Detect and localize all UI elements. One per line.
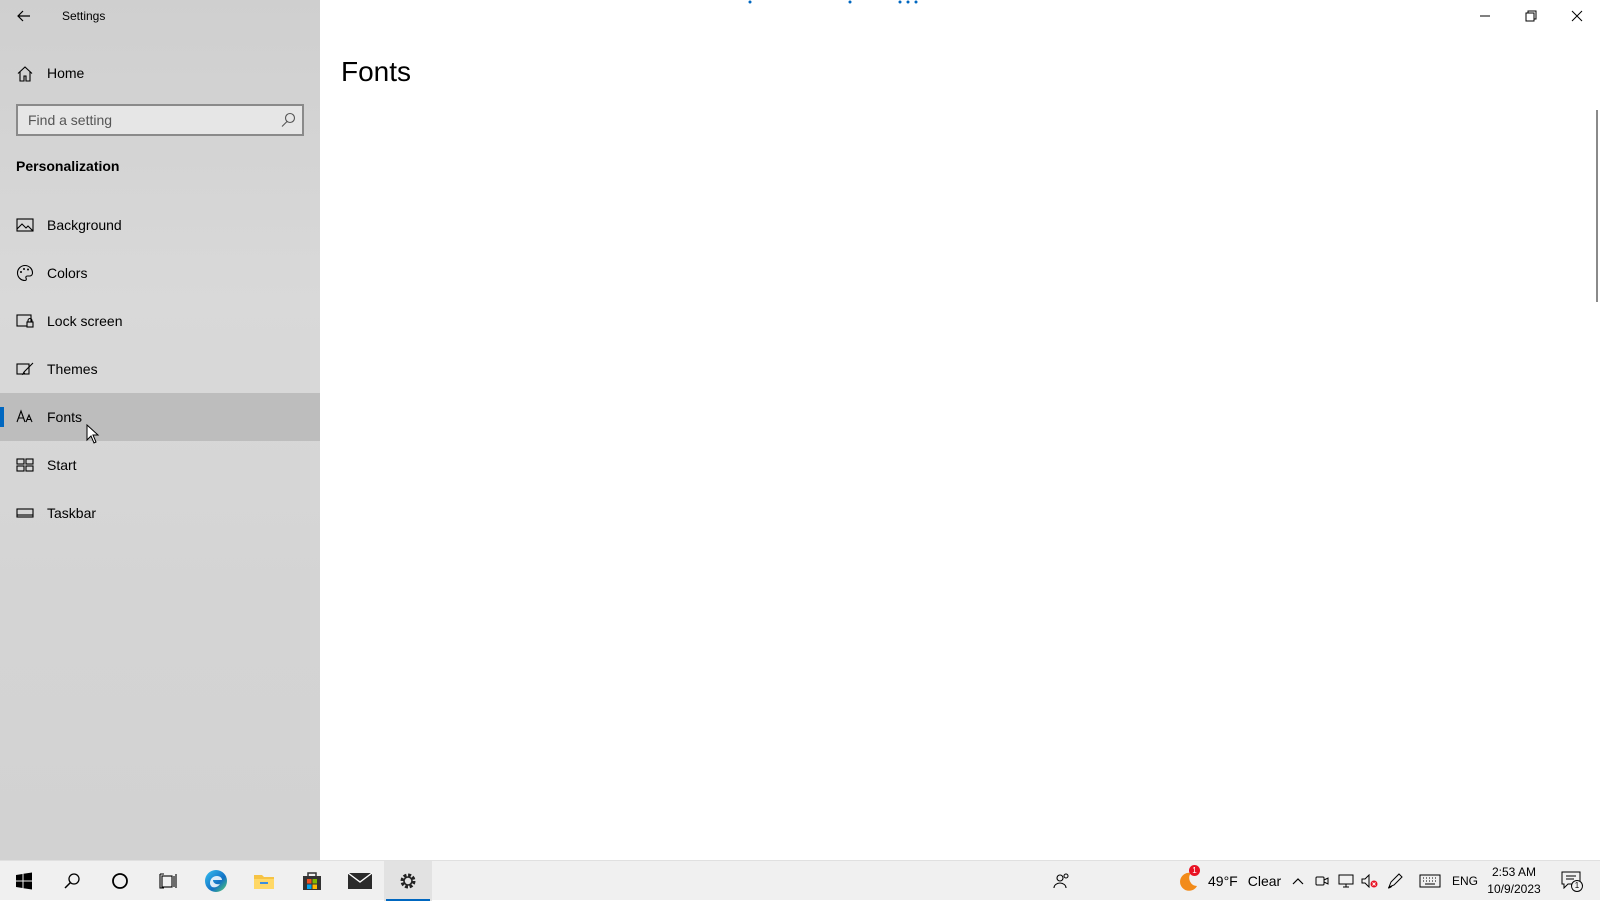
chevron-up-icon [1292, 878, 1304, 885]
page-title: Fonts [341, 56, 412, 87]
gear-icon [400, 873, 416, 889]
video-camera-icon [1315, 876, 1329, 886]
app-title: Settings [62, 9, 106, 23]
sidebar-item-label: Taskbar [47, 505, 97, 521]
weather-badge: 1 [1189, 865, 1200, 876]
window-controls [1462, 0, 1600, 32]
keyboard-icon [1419, 874, 1441, 888]
people-icon [1053, 873, 1069, 889]
taskbar-search-button[interactable] [48, 861, 96, 901]
sidebar-item-fonts[interactable]: Fonts [0, 393, 320, 441]
sidebar-item-start[interactable]: Start [0, 441, 320, 489]
taskbar: 1 49°F Clear ENG 2:53 AM 10/9/2023 1 [0, 860, 1600, 901]
sidebar-item-label: Fonts [47, 409, 83, 425]
sidebar-item-label: Lock screen [47, 313, 123, 329]
close-button[interactable] [1554, 0, 1600, 32]
back-button[interactable] [8, 2, 40, 30]
sidebar-item-background[interactable]: Background [0, 201, 320, 249]
show-hidden-icons-button[interactable] [1287, 861, 1309, 901]
close-icon [1571, 10, 1583, 22]
volume-button[interactable] [1359, 861, 1381, 901]
weather-temp: 49°F [1208, 873, 1238, 889]
weather-moon-icon: 1 [1176, 865, 1200, 893]
action-center-button[interactable]: 1 [1552, 861, 1592, 901]
font-icon [16, 409, 33, 423]
weather-condition: Clear [1247, 873, 1282, 889]
sidebar-item-label: Start [47, 457, 77, 473]
mail-button[interactable] [336, 861, 384, 901]
settings-taskbar-button[interactable] [384, 861, 432, 901]
windows-logo-icon [16, 872, 32, 890]
network-button[interactable] [1335, 861, 1357, 901]
sidebar-item-themes[interactable]: Themes [0, 345, 320, 393]
edge-icon [205, 870, 227, 892]
clock-date: 10/9/2023 [1487, 882, 1541, 896]
taskbar-icon [16, 508, 34, 518]
pen-workspace-button[interactable] [1383, 861, 1407, 901]
brush-icon [16, 362, 34, 376]
sidebar: Settings Home Personalization Backgroun [0, 0, 320, 860]
volume-muted-icon [1361, 874, 1378, 888]
store-button[interactable] [288, 861, 336, 901]
minimize-button[interactable] [1462, 0, 1508, 32]
search-icon [64, 873, 80, 889]
folder-icon [254, 875, 274, 889]
sidebar-item-label: Themes [47, 361, 98, 377]
edge-button[interactable] [192, 861, 240, 901]
back-arrow-icon [17, 10, 30, 22]
mail-icon [347, 872, 373, 889]
section-header: Personalization [16, 158, 120, 174]
file-explorer-button[interactable] [240, 861, 288, 901]
sidebar-item-colors[interactable]: Colors [0, 249, 320, 297]
input-language-button[interactable]: ENG [1450, 861, 1480, 901]
mouse-cursor-icon [86, 424, 100, 444]
nav-list: Background Colors Lock screen Themes Fon… [0, 201, 320, 537]
start-layout-icon [16, 458, 34, 472]
store-icon [303, 872, 321, 890]
minimize-icon [1480, 15, 1490, 17]
network-icon [1338, 874, 1354, 888]
clock-button[interactable]: 2:53 AM 10/9/2023 [1482, 861, 1546, 901]
lock-screen-icon [16, 314, 34, 328]
sidebar-item-taskbar[interactable]: Taskbar [0, 489, 320, 537]
sidebar-item-label: Colors [47, 265, 88, 281]
restore-icon [1525, 10, 1537, 22]
clock-time: 2:53 AM [1491, 865, 1537, 879]
touch-keyboard-button[interactable] [1416, 861, 1444, 901]
settings-window: Settings Home Personalization Backgroun [0, 0, 1600, 860]
sidebar-item-lock-screen[interactable]: Lock screen [0, 297, 320, 345]
task-view-button[interactable] [144, 861, 192, 901]
loading-dots-icon [748, 0, 918, 4]
notification-count: 1 [1571, 880, 1583, 892]
home-icon [17, 66, 33, 82]
nav-home-label: Home [47, 65, 85, 81]
sidebar-item-label: Background [47, 217, 122, 233]
restore-button[interactable] [1508, 0, 1554, 32]
picture-icon [16, 218, 34, 232]
scrollbar[interactable] [1596, 110, 1598, 302]
task-view-icon [159, 873, 177, 889]
palette-icon [17, 264, 34, 282]
notification-icon: 1 [1561, 871, 1583, 892]
cortana-button[interactable] [96, 861, 144, 901]
titlebar-left: Settings [0, 0, 320, 32]
main-content: Fonts [320, 0, 1600, 860]
pen-icon [1387, 873, 1403, 889]
meet-now-button[interactable] [1311, 861, 1333, 901]
search-input[interactable] [18, 112, 268, 128]
nav-home[interactable]: Home [0, 56, 320, 90]
search-box [16, 104, 304, 136]
people-button[interactable] [1044, 861, 1080, 901]
search-icon[interactable] [280, 112, 296, 128]
language-label: ENG [1451, 874, 1478, 888]
cortana-icon [112, 873, 128, 889]
start-button[interactable] [0, 861, 48, 901]
